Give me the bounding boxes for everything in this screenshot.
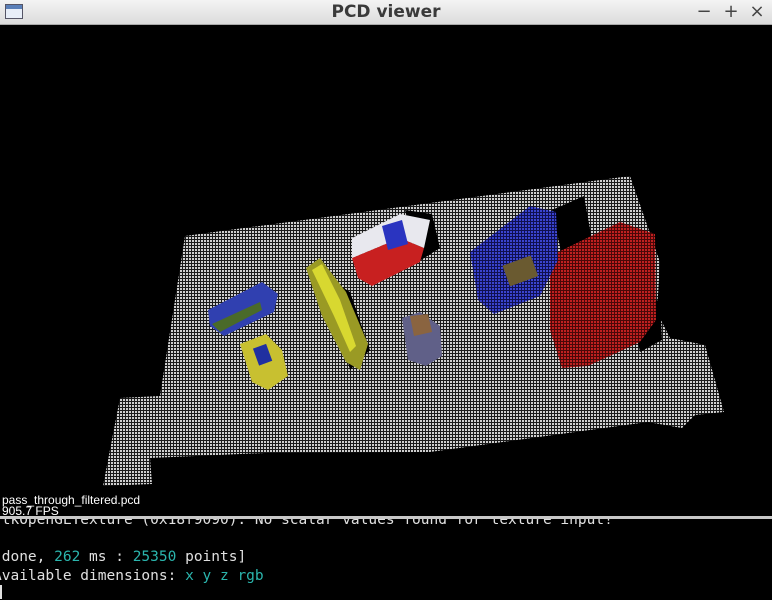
- point-cloud-viewport[interactable]: pass_through_filtered.pcd 905.7 FPS: [0, 26, 772, 516]
- terminal-line-dimensions: Available dimensions: x y z rgb: [0, 568, 264, 584]
- fps-counter: 905.7 FPS: [2, 504, 59, 516]
- close-button[interactable]: ×: [747, 1, 767, 23]
- point-count: 25350: [132, 549, 177, 565]
- terminal-line-done: [done, 262 ms : 25350 points]: [0, 549, 247, 565]
- maximize-button[interactable]: +: [721, 1, 741, 23]
- terminal-cursor: [0, 585, 2, 599]
- title-bar: PCD viewer − + ×: [0, 0, 772, 25]
- window-title: PCD viewer: [331, 2, 441, 22]
- load-time-ms: 262: [54, 549, 81, 565]
- terminal-line-warning: vtkOpenGLTexture (0x18f9090): No scalar …: [0, 519, 613, 528]
- terminal-output[interactable]: vtkOpenGLTexture (0x18f9090): No scalar …: [0, 519, 772, 600]
- dimension-list: x y z rgb: [185, 568, 264, 584]
- minimize-button[interactable]: −: [694, 1, 714, 23]
- point-cloud-render[interactable]: [0, 26, 772, 516]
